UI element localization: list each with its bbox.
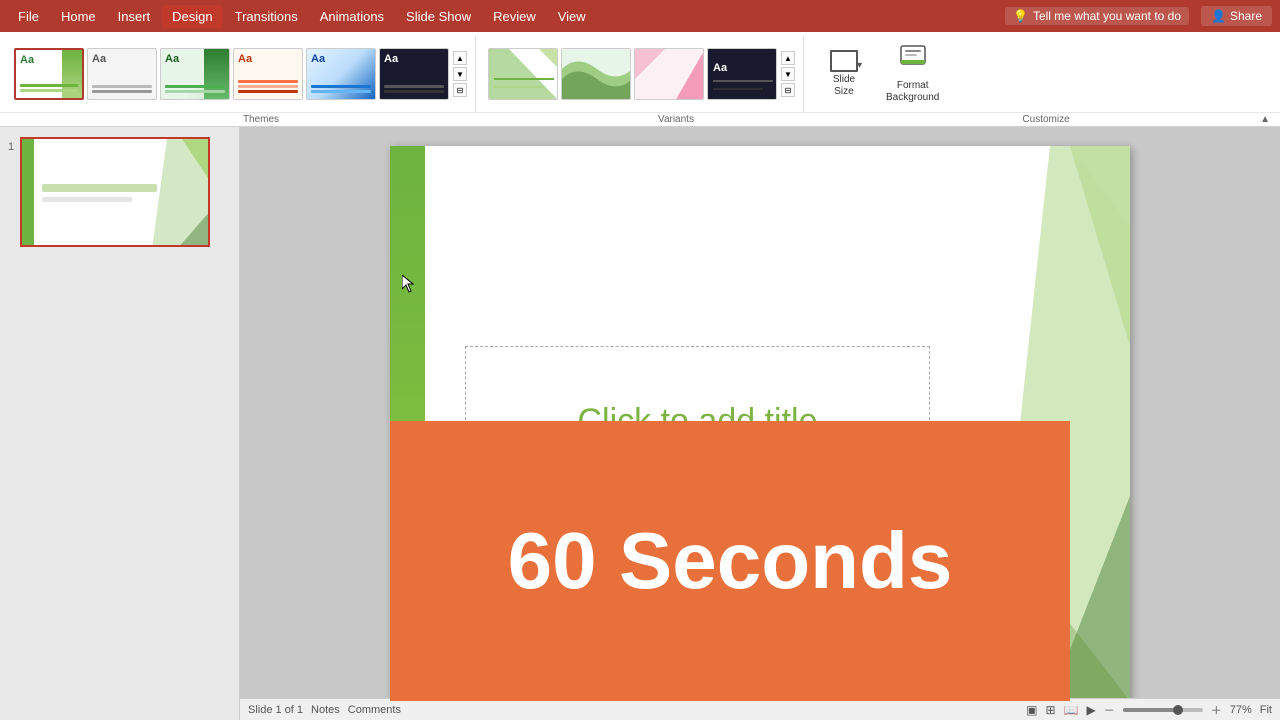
menu-home[interactable]: Home bbox=[51, 5, 106, 28]
slide-1-number: 1 bbox=[8, 141, 14, 153]
slide-1-container: 1 bbox=[8, 137, 231, 247]
menu-transitions[interactable]: Transitions bbox=[225, 5, 308, 28]
variants-expand[interactable]: ⊟ bbox=[781, 83, 795, 97]
search-label: Tell me what you want to do bbox=[1033, 9, 1181, 23]
themes-row: Aa Aa bbox=[14, 36, 467, 112]
theme-default[interactable]: Aa bbox=[14, 48, 84, 100]
zoom-fill bbox=[1123, 708, 1179, 712]
zoom-in-button[interactable]: ＋ bbox=[1211, 702, 1222, 718]
variant-3[interactable] bbox=[634, 48, 704, 100]
menu-animations[interactable]: Animations bbox=[310, 5, 394, 28]
slide-info: Slide 1 of 1 bbox=[248, 704, 303, 716]
theme-gallery: Aa Aa bbox=[14, 48, 449, 100]
canvas-area: Click to add title subtitle 60 Seconds S… bbox=[240, 127, 1280, 720]
variants-scroll-down[interactable]: ▼ bbox=[781, 67, 795, 81]
menu-file[interactable]: File bbox=[8, 5, 49, 28]
slides-panel: 1 bbox=[0, 127, 240, 720]
comments-button[interactable]: Comments bbox=[348, 704, 401, 716]
zoom-slider[interactable] bbox=[1123, 708, 1203, 712]
fit-button[interactable]: Fit bbox=[1260, 704, 1272, 716]
format-bg-icon bbox=[899, 44, 927, 78]
variants-label: Variants bbox=[516, 114, 836, 125]
variant-2[interactable] bbox=[561, 48, 631, 100]
slide-size-button[interactable]: ▾ Slide Size bbox=[814, 46, 874, 102]
zoom-out-button[interactable]: － bbox=[1104, 702, 1115, 718]
customize-group: ▾ Slide Size Format Background bbox=[808, 36, 953, 112]
theme-2[interactable]: Aa bbox=[87, 48, 157, 100]
menu-review[interactable]: Review bbox=[483, 5, 546, 28]
countdown-banner: 60 Seconds bbox=[390, 421, 1070, 701]
theme-5[interactable]: Aa bbox=[306, 48, 376, 100]
menu-view[interactable]: View bbox=[548, 5, 596, 28]
group-labels-row: Themes Variants Customize ▲ bbox=[6, 114, 1274, 125]
slide-1-thumb[interactable] bbox=[20, 137, 210, 247]
themes-scroll-down[interactable]: ▼ bbox=[453, 67, 467, 81]
share-button[interactable]: 👤 Share bbox=[1201, 6, 1272, 26]
svg-text:Aa: Aa bbox=[713, 62, 728, 74]
ribbon-content: Aa Aa bbox=[0, 32, 1280, 112]
menu-insert[interactable]: Insert bbox=[108, 5, 161, 28]
share-label: Share bbox=[1230, 9, 1262, 23]
customize-label: Customize bbox=[836, 114, 1256, 125]
variants-row: Aa ▲ ▼ ⊟ bbox=[488, 36, 795, 112]
format-bg-label: Format Background bbox=[886, 80, 939, 104]
ribbon-collapse-button[interactable]: ▲ bbox=[1256, 114, 1274, 125]
zoom-handle[interactable] bbox=[1173, 705, 1183, 715]
theme-3[interactable]: Aa bbox=[160, 48, 230, 100]
notes-button[interactable]: Notes bbox=[311, 704, 340, 716]
menu-bar: File Home Insert Design Transitions Anim… bbox=[0, 0, 1280, 32]
variants-scroll-up[interactable]: ▲ bbox=[781, 51, 795, 65]
menu-slideshow[interactable]: Slide Show bbox=[396, 5, 481, 28]
reading-view-button[interactable]: 📖 bbox=[1064, 703, 1079, 717]
variant-4[interactable]: Aa bbox=[707, 48, 777, 100]
variants-group: Aa ▲ ▼ ⊟ bbox=[480, 36, 804, 112]
slide-canvas[interactable]: Click to add title subtitle 60 Seconds bbox=[390, 146, 1130, 701]
countdown-text: 60 Seconds bbox=[508, 515, 953, 607]
ribbon: Aa Aa bbox=[0, 32, 1280, 127]
zoom-percent[interactable]: 77% bbox=[1230, 704, 1252, 716]
variants-scroll: ▲ ▼ ⊟ bbox=[781, 51, 795, 97]
normal-view-button[interactable]: ▣ bbox=[1026, 703, 1037, 717]
variants-gallery: Aa bbox=[488, 48, 777, 100]
themes-group: Aa Aa bbox=[6, 36, 476, 112]
slide-sorter-button[interactable]: ⊞ bbox=[1045, 703, 1055, 717]
slide-size-label: Slide Size bbox=[833, 74, 855, 98]
slide-size-icon: ▾ bbox=[830, 50, 858, 72]
themes-scroll: ▲ ▼ ⊟ bbox=[453, 51, 467, 97]
variant-1[interactable] bbox=[488, 48, 558, 100]
theme-4[interactable]: Aa bbox=[233, 48, 303, 100]
theme-6[interactable]: Aa bbox=[379, 48, 449, 100]
slideshow-button[interactable]: ▶ bbox=[1087, 703, 1096, 717]
lightbulb-icon: 💡 bbox=[1013, 9, 1028, 23]
ribbon-bottom-strip: Themes Variants Customize ▲ bbox=[0, 112, 1280, 126]
main-area: 1 bbox=[0, 127, 1280, 720]
status-bar: Slide 1 of 1 Notes Comments ▣ ⊞ 📖 ▶ － ＋ … bbox=[240, 698, 1280, 720]
themes-scroll-up[interactable]: ▲ bbox=[453, 51, 467, 65]
themes-label: Themes bbox=[6, 114, 516, 125]
themes-expand[interactable]: ⊟ bbox=[453, 83, 467, 97]
format-background-button[interactable]: Format Background bbox=[878, 40, 947, 108]
person-icon: 👤 bbox=[1211, 9, 1226, 23]
search-box[interactable]: 💡 Tell me what you want to do bbox=[1005, 7, 1189, 25]
status-right: ▣ ⊞ 📖 ▶ － ＋ 77% Fit bbox=[1026, 702, 1272, 718]
menu-design[interactable]: Design bbox=[162, 5, 222, 28]
